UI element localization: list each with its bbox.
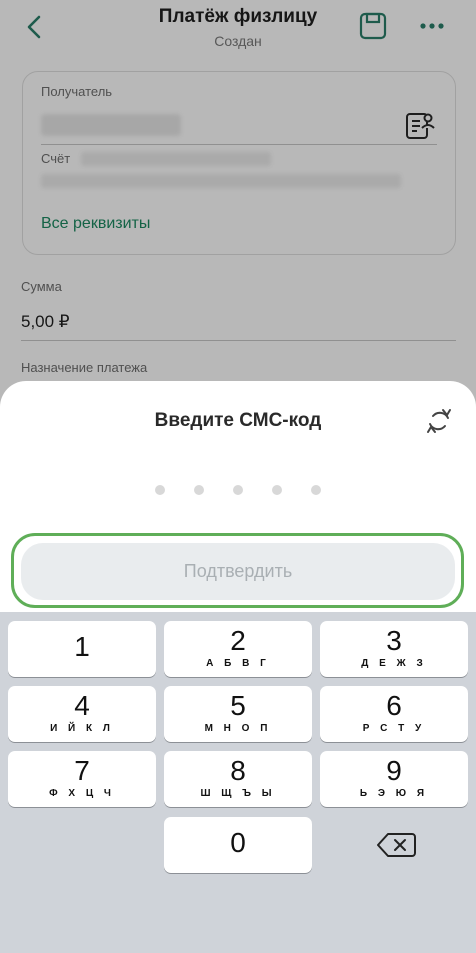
key-letters: Ь Э Ю Я [359,788,429,799]
refresh-icon[interactable] [424,405,454,437]
key-letters: И Й К Л [50,723,114,734]
key-3[interactable]: 3 Д Е Ж З [320,621,468,677]
key-8[interactable]: 8 Ш Щ Ъ Ы [164,751,312,807]
key-digit: 3 [386,625,402,656]
key-digit: 5 [230,690,246,721]
confirm-button[interactable]: Подтвердить [21,543,455,600]
confirm-button-label: Подтвердить [183,561,293,581]
code-dot [155,485,165,495]
key-0[interactable]: 0 [164,817,312,873]
key-digit: 0 [230,827,246,858]
key-4[interactable]: 4 И Й К Л [8,686,156,742]
backspace-icon[interactable] [374,830,418,860]
key-digit: 9 [386,755,402,786]
key-digit: 8 [230,755,246,786]
code-dot [311,485,321,495]
key-7[interactable]: 7 Ф Х Ц Ч [8,751,156,807]
key-letters: Ш Щ Ъ Ы [200,788,276,799]
key-letters: М Н О П [204,723,272,734]
key-digit: 6 [386,690,402,721]
code-dot [233,485,243,495]
key-digit: 4 [74,690,90,721]
key-1[interactable]: 1 [8,621,156,677]
key-digit: 1 [74,631,90,662]
key-5[interactable]: 5 М Н О П [164,686,312,742]
key-6[interactable]: 6 Р С Т У [320,686,468,742]
key-letters: Ф Х Ц Ч [49,788,115,799]
code-dot [194,485,204,495]
key-9[interactable]: 9 Ь Э Ю Я [320,751,468,807]
key-letters: Р С Т У [362,723,426,734]
key-letters: Д Е Ж З [361,658,427,669]
key-letters: А Б В Г [206,658,270,669]
numeric-keypad: 1 2 А Б В Г 3 Д Е Ж З 4 И Й К Л 5 М Н О П 6 Р С Т … [0,612,476,953]
sms-sheet-title: Введите СМС-код [154,410,322,431]
key-digit: 7 [74,755,90,786]
code-dot [272,485,282,495]
key-2[interactable]: 2 А Б В Г [164,621,312,677]
key-digit: 2 [230,625,246,656]
code-dots [150,485,330,497]
